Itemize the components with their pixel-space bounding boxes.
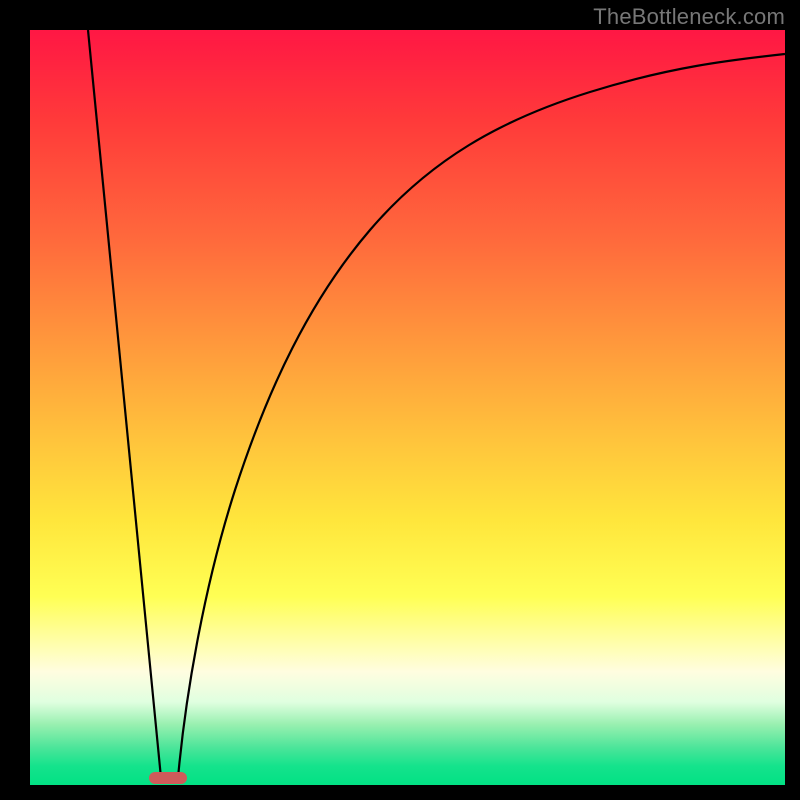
chart-frame: TheBottleneck.com — [0, 0, 800, 800]
curve-left-branch — [88, 30, 161, 778]
plot-area — [30, 30, 785, 785]
bottleneck-curve — [30, 30, 785, 785]
curve-right-branch — [178, 54, 785, 778]
optimal-marker — [149, 772, 187, 784]
watermark-text: TheBottleneck.com — [593, 4, 785, 30]
